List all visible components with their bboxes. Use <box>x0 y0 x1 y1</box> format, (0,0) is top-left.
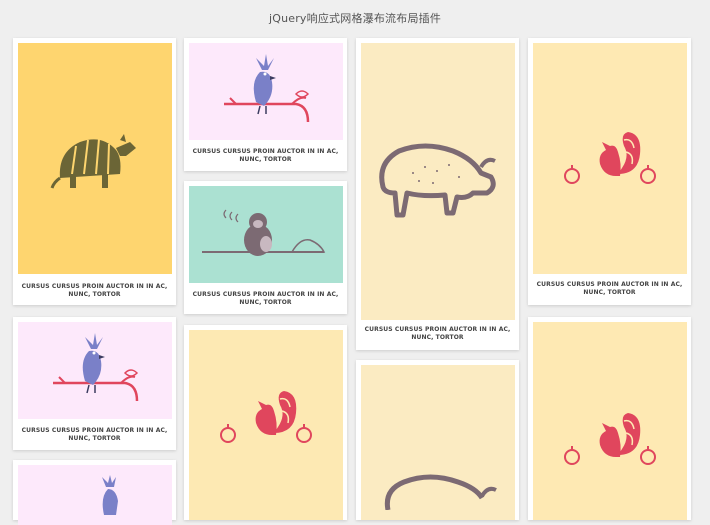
armadillo-icon <box>50 133 136 189</box>
card-thumbnail[interactable] <box>189 330 343 520</box>
card-caption: CURSUS CURSUS PROIN AUCTOR IN IN AC, NUN… <box>21 283 168 298</box>
grid-card-squirrel[interactable]: CURSUS CURSUS PROIN AUCTOR IN IN AC, NUN… <box>528 38 691 305</box>
grid-card-monkey[interactable]: CURSUS CURSUS PROIN AUCTOR IN IN AC, NUN… <box>184 181 347 314</box>
card-caption: CURSUS CURSUS PROIN AUCTOR IN IN AC, NUN… <box>21 427 168 442</box>
bird-on-branch-icon <box>102 475 118 515</box>
card-thumbnail[interactable] <box>533 322 687 520</box>
grid-card-bison-partial[interactable] <box>356 360 519 520</box>
card-thumbnail[interactable] <box>189 186 343 283</box>
card-thumbnail[interactable] <box>18 43 172 274</box>
grid-card-bird-partial[interactable] <box>13 460 176 525</box>
card-caption: CURSUS CURSUS PROIN AUCTOR IN IN AC, NUN… <box>192 148 339 163</box>
grid-card-bird[interactable]: CURSUS CURSUS PROIN AUCTOR IN IN AC, NUN… <box>13 317 176 450</box>
card-caption: CURSUS CURSUS PROIN AUCTOR IN IN AC, NUN… <box>536 281 683 296</box>
squirrel-icon <box>564 131 656 184</box>
grid-card-armadillo[interactable]: CURSUS CURSUS PROIN AUCTOR IN IN AC, NUN… <box>13 38 176 305</box>
bird-on-branch-icon <box>224 53 310 122</box>
card-caption: CURSUS CURSUS PROIN AUCTOR IN IN AC, NUN… <box>192 291 339 306</box>
card-thumbnail[interactable] <box>361 43 515 320</box>
card-thumbnail[interactable] <box>361 365 515 520</box>
card-caption: CURSUS CURSUS PROIN AUCTOR IN IN AC, NUN… <box>364 326 511 341</box>
card-thumbnail[interactable] <box>18 322 172 419</box>
squirrel-icon <box>564 413 656 465</box>
squirrel-icon <box>220 391 312 443</box>
page-title: jQuery响应式网格瀑布流布局插件 <box>268 12 442 25</box>
card-thumbnail[interactable] <box>189 43 343 140</box>
grid-card-bird[interactable]: CURSUS CURSUS PROIN AUCTOR IN IN AC, NUN… <box>184 38 347 171</box>
card-thumbnail[interactable] <box>18 465 172 525</box>
grid-card-squirrel[interactable] <box>528 317 691 520</box>
grid-card-bison[interactable]: CURSUS CURSUS PROIN AUCTOR IN IN AC, NUN… <box>356 38 519 350</box>
grid-card-squirrel[interactable] <box>184 325 347 520</box>
card-thumbnail[interactable] <box>533 43 687 274</box>
monkey-on-branch-icon <box>202 209 326 256</box>
bison-icon <box>379 143 496 217</box>
bison-icon <box>384 474 497 510</box>
bird-on-branch-icon <box>53 332 139 401</box>
